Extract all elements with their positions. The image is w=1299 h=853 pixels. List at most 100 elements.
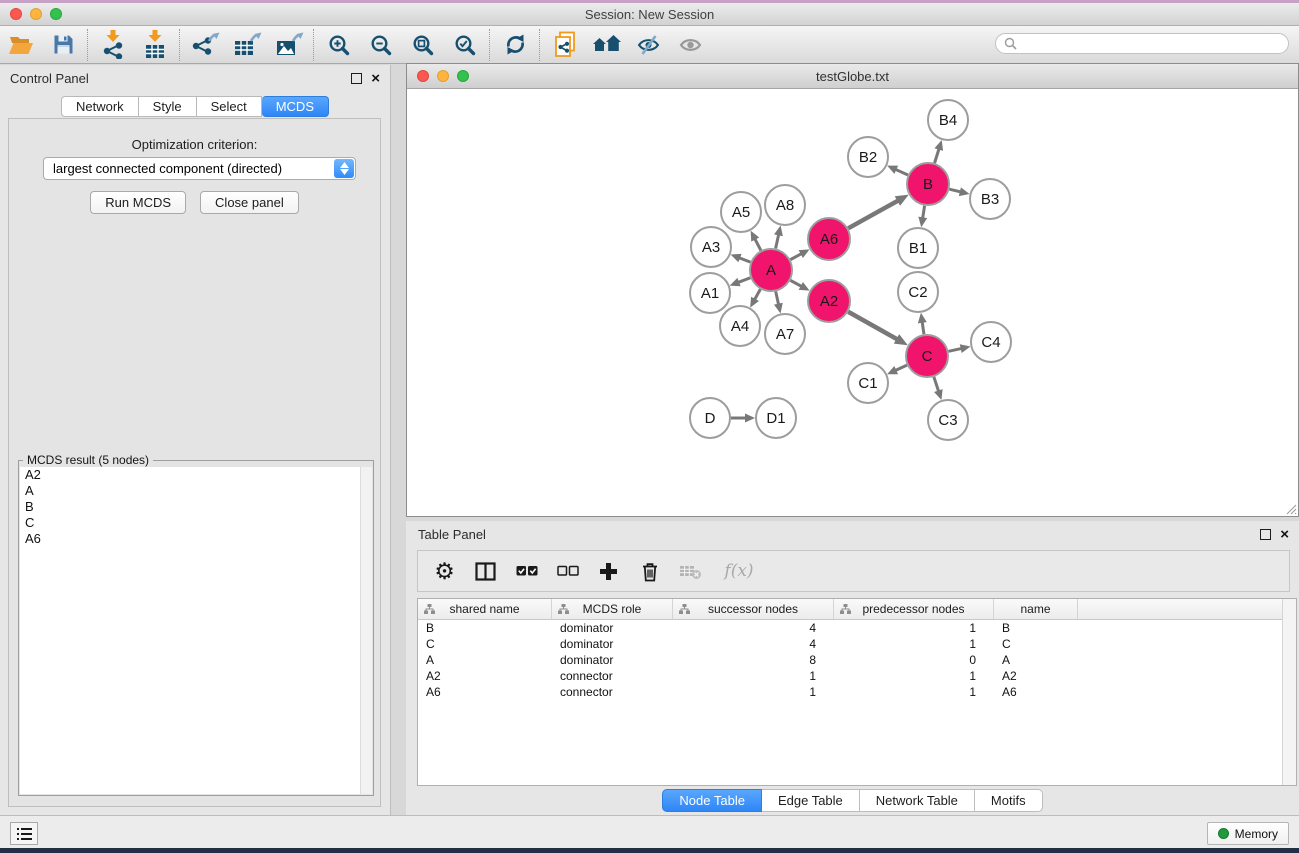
table-options-button[interactable]: ⚙: [426, 554, 463, 588]
toolbar-separator: [313, 29, 315, 61]
import-table-button[interactable]: [134, 28, 176, 62]
add-column-button[interactable]: [590, 554, 627, 588]
table-cell-shared-name: B: [418, 620, 552, 636]
graph-edge-A-A1[interactable]: [738, 278, 750, 283]
graph-node-label-A6: A6: [820, 231, 838, 248]
graph-edge-B-B1[interactable]: [923, 206, 925, 219]
import-table-icon: [143, 30, 168, 59]
table-row[interactable]: Bdominator41B: [418, 620, 1296, 636]
graph-edge-C-C3[interactable]: [934, 377, 939, 392]
mcds-result-item[interactable]: A6: [20, 531, 372, 547]
tab-network-table[interactable]: Network Table: [860, 789, 975, 812]
graph-edge-arrowhead: [731, 254, 742, 262]
show-column-panel-button[interactable]: [467, 554, 504, 588]
tab-node-table[interactable]: Node Table: [662, 789, 762, 812]
zoom-in-button[interactable]: [318, 28, 360, 62]
column-header-successor-nodes[interactable]: successor nodes: [673, 599, 834, 619]
mcds-result-item[interactable]: A2: [20, 467, 372, 483]
mcds-result-scrollbar[interactable]: [360, 467, 372, 794]
select-all-columns-button[interactable]: [508, 554, 545, 588]
close-panel-button[interactable]: Close panel: [200, 191, 299, 214]
open-session-button[interactable]: [0, 28, 42, 62]
deselect-all-columns-button[interactable]: [549, 554, 586, 588]
search-input[interactable]: [1022, 36, 1280, 52]
homes-icon: [592, 34, 622, 56]
graph-edge-A-A7[interactable]: [776, 291, 779, 304]
graph-node-label-A: A: [766, 262, 776, 279]
optimization-criterion-select[interactable]: largest connected component (directed): [43, 157, 356, 180]
hide-selected-button[interactable]: [628, 28, 670, 62]
columns-icon: [475, 562, 496, 581]
table-cell-predecessor-nodes: 0: [834, 652, 994, 668]
save-floppy-icon: [53, 34, 74, 55]
show-all-button[interactable]: [670, 28, 712, 62]
node-table-header: shared nameMCDS rolesuccessor nodesprede…: [418, 599, 1296, 620]
delete-column-button[interactable]: [631, 554, 668, 588]
network-graph[interactable]: AA1A2A3A4A5A6A7A8BB1B2B3B4CC1C2C3C4DD1: [407, 89, 1298, 516]
graph-edge-C-C1[interactable]: [895, 365, 907, 370]
float-table-panel-icon[interactable]: [1260, 529, 1271, 540]
tab-select[interactable]: Select: [197, 96, 262, 117]
run-mcds-button[interactable]: Run MCDS: [90, 191, 186, 214]
graph-edge-A-A4[interactable]: [755, 289, 761, 300]
close-panel-icon[interactable]: ×: [371, 74, 380, 84]
graph-node-label-B: B: [923, 176, 933, 193]
table-row[interactable]: A6connector11A6: [418, 684, 1296, 700]
tab-mcds[interactable]: MCDS: [262, 96, 329, 117]
resize-grip-icon[interactable]: [1284, 502, 1297, 515]
export-image-button[interactable]: [268, 28, 310, 62]
close-table-panel-icon[interactable]: ×: [1280, 530, 1289, 540]
tab-network[interactable]: Network: [61, 96, 139, 117]
export-network-button[interactable]: [184, 28, 226, 62]
mcds-tab-content: Optimization criterion: largest connecte…: [8, 118, 381, 807]
graph-edge-A2-C[interactable]: [848, 312, 897, 340]
import-network-button[interactable]: [92, 28, 134, 62]
toolbar-search-field[interactable]: [995, 33, 1289, 54]
graph-edge-A-A5[interactable]: [755, 239, 761, 251]
graph-edge-A-A3[interactable]: [739, 258, 750, 262]
mcds-result-item[interactable]: A: [20, 483, 372, 499]
float-panel-icon[interactable]: [351, 73, 362, 84]
graph-edge-A-A8[interactable]: [776, 234, 779, 248]
zoom-fit-button[interactable]: [402, 28, 444, 62]
tab-motifs[interactable]: Motifs: [975, 789, 1043, 812]
task-history-button[interactable]: [10, 822, 38, 845]
new-network-from-selection-button[interactable]: [544, 28, 586, 62]
memory-button[interactable]: Memory: [1207, 822, 1289, 845]
table-row[interactable]: Cdominator41C: [418, 636, 1296, 652]
mcds-result-list[interactable]: A2ABCA6: [20, 467, 372, 794]
graph-edge-arrowhead: [918, 313, 927, 324]
table-cell-mcds-role: dominator: [552, 636, 673, 652]
graph-edge-A-A2[interactable]: [790, 280, 801, 286]
graph-edge-A6-B[interactable]: [848, 201, 898, 229]
column-header-mcds-role[interactable]: MCDS role: [552, 599, 673, 619]
graph-edge-B-B4[interactable]: [935, 149, 939, 163]
graph-edge-C-C4[interactable]: [948, 348, 961, 351]
column-header-shared-name[interactable]: shared name: [418, 599, 552, 619]
save-session-button[interactable]: [42, 28, 84, 62]
export-table-button[interactable]: [226, 28, 268, 62]
tab-style[interactable]: Style: [139, 96, 197, 117]
zoom-out-button[interactable]: [360, 28, 402, 62]
delete-table-button[interactable]: [672, 554, 709, 588]
table-row[interactable]: A2connector11A2: [418, 668, 1296, 684]
mcds-result-item[interactable]: C: [20, 515, 372, 531]
mcds-result-item[interactable]: B: [20, 499, 372, 515]
toolbar-separator: [179, 29, 181, 61]
column-header-predecessor-nodes[interactable]: predecessor nodes: [834, 599, 994, 619]
tab-edge-table[interactable]: Edge Table: [762, 789, 860, 812]
graph-edge-C-C2[interactable]: [922, 322, 924, 335]
table-row[interactable]: Adominator80A: [418, 652, 1296, 668]
function-builder-button[interactable]: f(x): [713, 554, 765, 588]
node-table-scrollbar[interactable]: [1282, 599, 1296, 785]
graph-node-label-C1: C1: [858, 375, 877, 392]
toolbar-separator: [87, 29, 89, 61]
graph-edge-B-B3[interactable]: [949, 189, 960, 192]
list-icon: [17, 828, 32, 840]
first-neighbors-button[interactable]: [586, 28, 628, 62]
refresh-button[interactable]: [494, 28, 536, 62]
graph-edge-B-B2[interactable]: [895, 169, 908, 175]
graph-edge-A-A6[interactable]: [790, 254, 801, 260]
column-header-name[interactable]: name: [994, 599, 1078, 619]
zoom-selected-button[interactable]: [444, 28, 486, 62]
